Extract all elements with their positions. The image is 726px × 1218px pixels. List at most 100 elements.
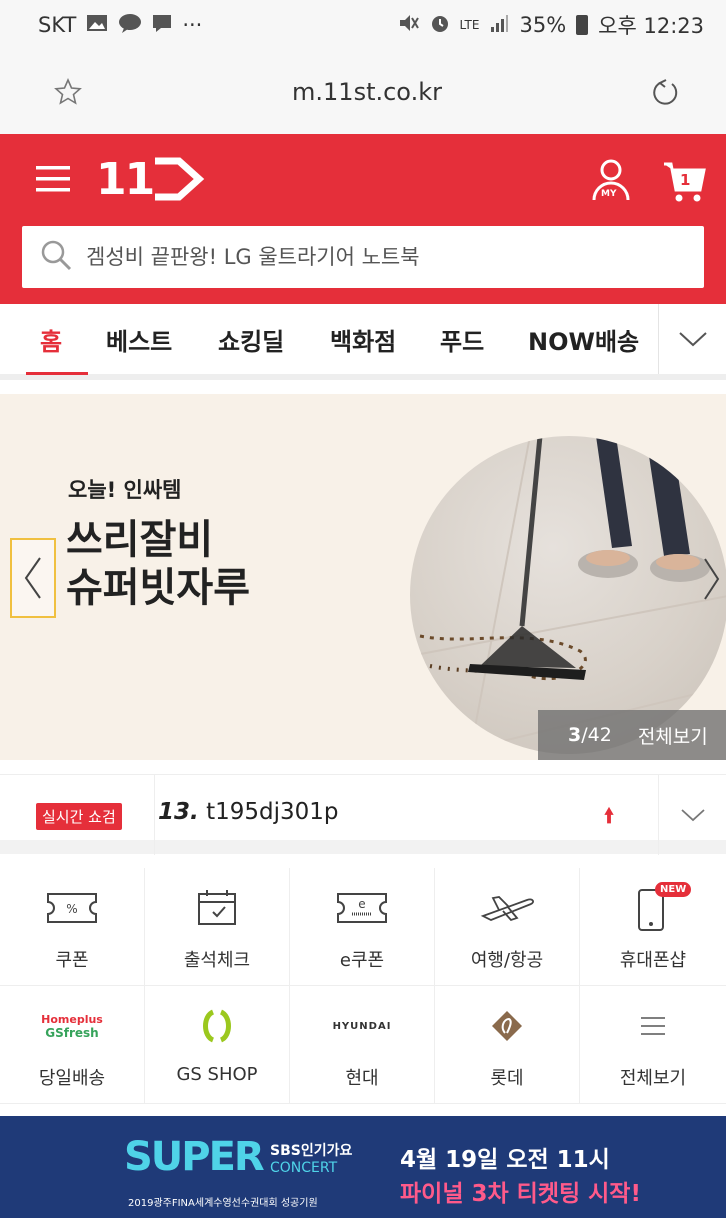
- promo-logo-sub: CONCERT: [270, 1160, 338, 1176]
- banner-title: 쓰리잘비 슈퍼빗자루: [66, 516, 250, 612]
- site-logo[interactable]: 11: [96, 152, 205, 206]
- active-tab-indicator: [26, 372, 88, 375]
- realtime-badge: 실시간 쇼검: [36, 803, 122, 830]
- more-icon: ···: [182, 13, 203, 37]
- shortcut-label: 당일배송: [38, 1068, 106, 1089]
- svg-text:e: e: [358, 897, 365, 911]
- banner-prev-button[interactable]: [10, 538, 56, 618]
- banner-current-page: 3: [568, 724, 582, 746]
- shortcut-travel[interactable]: 여행/항공: [435, 868, 580, 986]
- promo-logo-badge: SBS인기가요: [270, 1143, 353, 1159]
- shortcut-hyundai[interactable]: HYUNDAI 현대: [290, 986, 435, 1104]
- shortcut-coupon[interactable]: % 쿠폰: [0, 868, 145, 986]
- tab-department-store[interactable]: 백화점: [330, 304, 396, 374]
- realtime-keyword: t195dj301p: [206, 799, 339, 825]
- signal-icon: [489, 13, 509, 38]
- banner-product-image[interactable]: [410, 436, 726, 754]
- shortcut-label: 쿠폰: [55, 950, 89, 971]
- shortcut-same-day-delivery[interactable]: Homeplus GSfresh 당일배송: [0, 986, 145, 1104]
- banner-page-indicator: 3/42: [568, 724, 612, 746]
- realtime-expand-button[interactable]: [658, 775, 726, 855]
- trend-up-icon: 🠙: [604, 803, 615, 827]
- status-right: LTE 35% 오후 12:23: [398, 10, 704, 40]
- url-bar: m.11st.co.kr: [0, 50, 726, 134]
- battery-percent: 35%: [519, 13, 567, 37]
- clock: 오후 12:23: [598, 14, 704, 38]
- promo-date: 4월 19일 오전 11시: [400, 1147, 610, 1173]
- chevron-right-icon: [704, 558, 720, 600]
- realtime-search[interactable]: 실시간 쇼검 13. t195dj301p 🠙: [0, 774, 726, 855]
- banner-title-line1: 쓰리잘비: [66, 517, 214, 563]
- battery-icon: [576, 15, 589, 35]
- calendar-check-icon: [187, 884, 247, 932]
- chevron-down-icon: [680, 809, 705, 822]
- shortcut-label: e쿠폰: [339, 950, 385, 971]
- search-icon[interactable]: [40, 239, 72, 275]
- shortcut-label: 여행/항공: [470, 950, 544, 971]
- tab-now-delivery[interactable]: NOW배송: [528, 304, 639, 374]
- shortcut-lotte[interactable]: 롯데: [435, 986, 580, 1104]
- nav-expand-button[interactable]: [658, 304, 726, 374]
- shortcut-label: 롯데: [490, 1068, 524, 1089]
- tab-shocking-deal[interactable]: 쇼킹딜: [218, 304, 284, 374]
- logo-arrow-icon: [155, 157, 205, 201]
- promo-caption: 2019광주FINA세계수영선수권대회 성공기원: [128, 1198, 318, 1209]
- banner-counter[interactable]: 3/42 전체보기: [538, 710, 726, 760]
- shortcut-gs-shop[interactable]: GS SHOP: [145, 986, 290, 1104]
- status-bar: SKT ··· LTE 35% 오후 12:23: [0, 0, 726, 50]
- shortcut-view-all[interactable]: 전체보기: [580, 986, 726, 1104]
- main-banner[interactable]: 오늘! 인싸템 쓰리잘비 슈퍼빗자루 3/42 전체보기: [0, 394, 726, 760]
- status-left: SKT ···: [38, 13, 202, 38]
- shortcut-attendance[interactable]: 출석체크: [145, 868, 290, 986]
- hyundai-logo-text: HYUNDAI: [332, 1020, 392, 1032]
- url-text[interactable]: m.11st.co.kr: [292, 78, 442, 106]
- search-input[interactable]: [86, 245, 646, 269]
- star-icon[interactable]: [48, 72, 88, 112]
- gallery-icon: [86, 13, 108, 38]
- gsshop-logo: [187, 1002, 247, 1050]
- my-label: MY: [601, 189, 617, 199]
- homeplus-gsfresh-logo: Homeplus GSfresh: [41, 1002, 103, 1050]
- alarm-icon: [430, 13, 450, 38]
- shortcut-label: 현대: [345, 1068, 379, 1089]
- shortcut-label: 전체보기: [619, 1068, 687, 1089]
- carrier-label: SKT: [38, 13, 77, 37]
- tab-home[interactable]: 홈: [40, 304, 62, 374]
- banner-view-all[interactable]: 전체보기: [638, 722, 708, 749]
- realtime-rank: 13.: [158, 799, 199, 825]
- phone-icon: NEW: [623, 882, 692, 932]
- reload-icon[interactable]: [646, 72, 686, 112]
- coupon-icon: %: [42, 884, 102, 932]
- e-coupon-icon: e: [332, 884, 392, 932]
- chevron-down-icon: [678, 332, 707, 347]
- shortcut-grid: % 쿠폰 출석체크 e e쿠폰 여행/항공 NEW 휴대폰샵 Homeplus …: [0, 868, 726, 1104]
- promo-banner[interactable]: SUPER SBS인기가요 CONCERT 2019광주FINA세계수영선수권대…: [0, 1116, 726, 1218]
- shortcut-label: 출석체크: [183, 950, 251, 971]
- shortcut-e-coupon[interactable]: e e쿠폰: [290, 868, 435, 986]
- hamburger-menu-icon[interactable]: [36, 162, 74, 196]
- talk-icon: [118, 13, 142, 38]
- svg-text:%: %: [66, 902, 77, 916]
- gsfresh-logo-text: GSfresh: [45, 1025, 99, 1040]
- lotte-logo: [477, 1002, 537, 1050]
- cart-button[interactable]: 1: [662, 160, 708, 206]
- chevron-left-icon: [24, 557, 41, 599]
- logo-text: 11: [96, 153, 155, 205]
- shortcut-label: GS SHOP: [176, 1064, 258, 1085]
- realtime-keyword-item[interactable]: 13. t195dj301p: [158, 799, 338, 825]
- mute-icon: [398, 13, 420, 38]
- hyundai-logo: HYUNDAI: [332, 1002, 392, 1050]
- my-page-button[interactable]: MY: [586, 156, 636, 206]
- airplane-icon: [477, 884, 537, 932]
- tab-best[interactable]: 베스트: [106, 304, 172, 374]
- realtime-divider: [154, 775, 155, 855]
- promo-logo-text: SUPER: [124, 1134, 265, 1180]
- message-icon: [152, 13, 172, 38]
- header-top: 11 MY 1: [0, 134, 726, 224]
- category-nav: 홈 베스트 쇼킹딜 백화점 푸드 NOW배송: [0, 304, 726, 380]
- shortcut-phone-shop[interactable]: NEW 휴대폰샵: [580, 868, 726, 986]
- search-box[interactable]: [22, 226, 704, 288]
- tab-food[interactable]: 푸드: [440, 304, 484, 374]
- banner-next-button[interactable]: [696, 544, 726, 614]
- network-label: LTE: [459, 18, 480, 32]
